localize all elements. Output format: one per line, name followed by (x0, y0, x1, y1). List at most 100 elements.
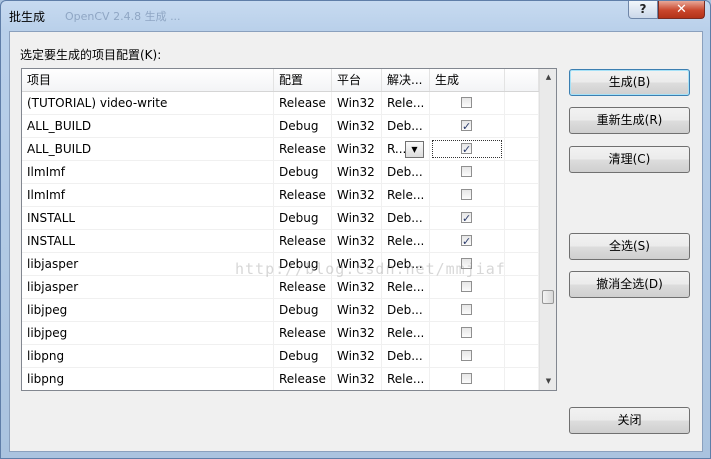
column-header-project[interactable]: 项目 (22, 69, 274, 91)
table-row[interactable]: libjasper Release Win32 Rele... (22, 276, 539, 299)
platform-cell[interactable]: Win32 (332, 184, 382, 206)
build-cell (430, 345, 505, 367)
table-row[interactable]: (TUTORIAL) video-write Release Win32 Rele..… (22, 92, 539, 115)
solution-config-cell[interactable]: Rele... (382, 92, 430, 114)
project-cell: libjasper (22, 276, 274, 298)
config-cell[interactable]: Debug (274, 207, 332, 229)
build-checkbox[interactable] (461, 327, 472, 338)
table-row[interactable]: libpng Release Win32 Rele... (22, 368, 539, 390)
solution-config-cell[interactable]: Deb... (382, 253, 430, 275)
platform-cell[interactable]: Win32 (332, 138, 382, 160)
config-cell[interactable]: Debug (274, 115, 332, 137)
config-cell[interactable]: Debug (274, 345, 332, 367)
build-checkbox[interactable] (461, 304, 472, 315)
solution-config-cell[interactable]: Deb... (382, 161, 430, 183)
project-cell: libjasper (22, 253, 274, 275)
solution-config-cell[interactable]: Rele... (382, 184, 430, 206)
table-row[interactable]: IlmImf Debug Win32 Deb... (22, 161, 539, 184)
solution-config-cell[interactable]: Deb... (382, 115, 430, 137)
build-checkbox[interactable] (461, 231, 472, 252)
build-checkbox[interactable] (461, 281, 472, 292)
table-row[interactable]: ALL_BUILD Release Win32 R... ▼ (22, 138, 539, 161)
build-checkbox[interactable] (461, 166, 472, 177)
platform-cell[interactable]: Win32 (332, 230, 382, 252)
platform-cell[interactable]: Win32 (332, 92, 382, 114)
build-checkbox[interactable] (461, 350, 472, 361)
rebuild-button[interactable]: 重新生成(R) (569, 107, 690, 134)
config-cell[interactable]: Release (274, 92, 332, 114)
solution-config-cell[interactable]: Rele... (382, 322, 430, 344)
build-cell (430, 230, 505, 252)
build-checkbox[interactable] (461, 97, 472, 108)
table-row[interactable]: INSTALL Release Win32 Rele... (22, 230, 539, 253)
build-checkbox[interactable] (461, 116, 472, 137)
close-button[interactable]: 关闭 (569, 407, 690, 434)
project-config-list[interactable]: 项目 配置 平台 解决... 生成 (TUTORIAL) video-write… (21, 68, 557, 391)
solution-config-cell[interactable]: Deb... (382, 207, 430, 229)
table-row[interactable]: libjasper Debug Win32 Deb... (22, 253, 539, 276)
list-header: 项目 配置 平台 解决... 生成 (22, 69, 539, 92)
project-cell: libpng (22, 368, 274, 390)
column-header-config[interactable]: 配置 (274, 69, 332, 91)
platform-cell[interactable]: Win32 (332, 253, 382, 275)
table-row[interactable]: libpng Debug Win32 Deb... (22, 345, 539, 368)
focus-rectangle (432, 140, 502, 158)
deselect-all-button[interactable]: 撤消全选(D) (569, 271, 690, 298)
select-all-button[interactable]: 全选(S) (569, 233, 690, 260)
build-cell (430, 138, 505, 160)
platform-cell[interactable]: Win32 (332, 322, 382, 344)
platform-cell[interactable]: Win32 (332, 276, 382, 298)
platform-cell[interactable]: Win32 (332, 115, 382, 137)
clean-button[interactable]: 清理(C) (569, 146, 690, 173)
config-cell[interactable]: Release (274, 322, 332, 344)
config-cell[interactable]: Release (274, 184, 332, 206)
platform-cell[interactable]: Win32 (332, 368, 382, 390)
solution-config-cell[interactable]: R... ▼ (382, 138, 430, 160)
solution-config-cell[interactable]: Rele... (382, 276, 430, 298)
build-button[interactable]: 生成(B) (569, 69, 690, 96)
solution-config-cell[interactable]: Deb... (382, 299, 430, 321)
platform-cell[interactable]: Win32 (332, 161, 382, 183)
table-row[interactable]: libjpeg Release Win32 Rele... (22, 322, 539, 345)
project-cell: libpng (22, 345, 274, 367)
table-row[interactable]: INSTALL Debug Win32 Deb... (22, 207, 539, 230)
project-cell: INSTALL (22, 230, 274, 252)
config-cell[interactable]: Release (274, 276, 332, 298)
config-cell[interactable]: Debug (274, 161, 332, 183)
row-filler (505, 92, 539, 114)
build-checkbox[interactable] (461, 189, 472, 200)
build-checkbox[interactable] (461, 208, 472, 229)
scroll-thumb[interactable] (542, 290, 554, 304)
config-cell[interactable]: Release (274, 138, 332, 160)
platform-cell[interactable]: Win32 (332, 345, 382, 367)
solution-config-cell[interactable]: Deb... (382, 345, 430, 367)
project-cell: IlmImf (22, 161, 274, 183)
scroll-down-icon[interactable]: ▼ (540, 373, 556, 390)
column-header-platform[interactable]: 平台 (332, 69, 382, 91)
scroll-up-icon[interactable]: ▲ (540, 69, 556, 86)
platform-cell[interactable]: Win32 (332, 299, 382, 321)
build-cell (430, 322, 505, 344)
config-cell[interactable]: Release (274, 368, 332, 390)
column-header-solution-config[interactable]: 解决... (382, 69, 430, 91)
build-checkbox[interactable] (461, 373, 472, 384)
help-button[interactable]: ? (628, 1, 658, 19)
platform-cell[interactable]: Win32 (332, 207, 382, 229)
solution-config-cell[interactable]: Rele... (382, 230, 430, 252)
table-row[interactable]: IlmImf Release Win32 Rele... (22, 184, 539, 207)
window-title: 批生成 (9, 10, 46, 24)
config-cell[interactable]: Release (274, 230, 332, 252)
build-checkbox[interactable] (461, 258, 472, 269)
column-header-build[interactable]: 生成 (430, 69, 505, 91)
table-row[interactable]: libjpeg Debug Win32 Deb... (22, 299, 539, 322)
config-cell[interactable]: Debug (274, 253, 332, 275)
table-row[interactable]: ALL_BUILD Debug Win32 Deb... (22, 115, 539, 138)
chevron-down-icon[interactable]: ▼ (405, 141, 424, 158)
column-header-filler (505, 69, 539, 91)
config-cell[interactable]: Debug (274, 299, 332, 321)
background-window-title: OpenCV 2.4.8 生成 ... (65, 10, 181, 23)
title-bar[interactable]: 批生成 OpenCV 2.4.8 生成 ... ? ✕ (1, 1, 710, 31)
close-window-button[interactable]: ✕ (658, 1, 705, 19)
solution-config-cell[interactable]: Rele... (382, 368, 430, 390)
vertical-scrollbar[interactable]: ▲ ▼ (539, 69, 556, 390)
